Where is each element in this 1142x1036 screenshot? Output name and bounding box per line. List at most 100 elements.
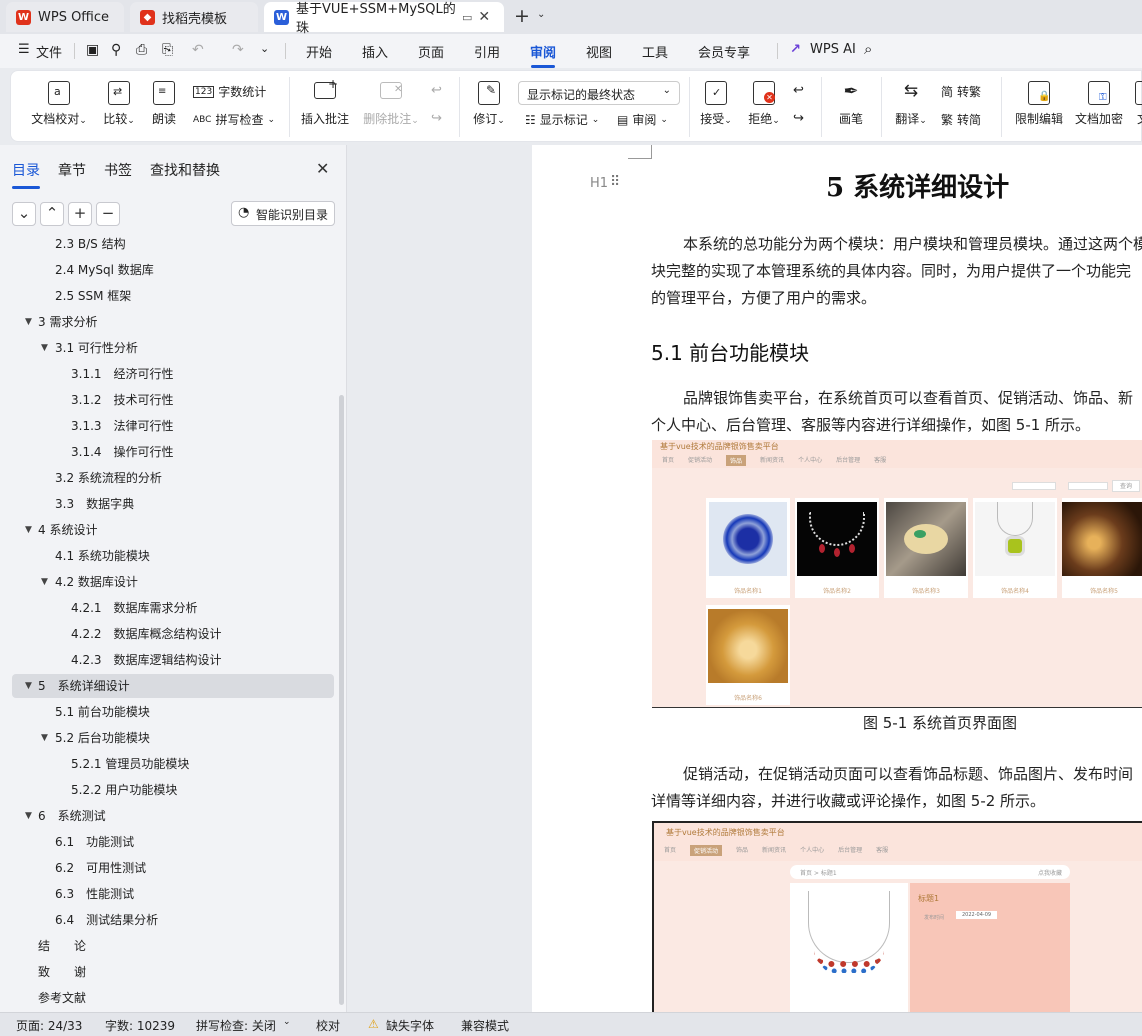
more-ribbon-button[interactable]: 文	[1133, 81, 1142, 127]
toc-item[interactable]: 6.1 功能测试	[0, 830, 338, 854]
word-count[interactable]: 字数: 10239	[105, 1017, 175, 1034]
toc-item[interactable]: ▼ 5.2 后台功能模块	[0, 726, 338, 750]
expand-caret-icon[interactable]: ▼	[25, 310, 32, 334]
close-pane-icon[interactable]: ✕	[316, 159, 329, 178]
new-tab-icon[interactable]: +	[514, 5, 530, 27]
toc-item[interactable]: ▼ 3 需求分析	[0, 310, 338, 334]
redo-icon[interactable]: ↷	[232, 42, 244, 58]
proofread-status[interactable]: 校对	[316, 1017, 340, 1034]
missing-font-status[interactable]: 缺失字体	[386, 1017, 434, 1034]
nav-tab-chapter[interactable]: 章节	[58, 160, 86, 180]
review-pane-button[interactable]: ▤ 审阅 ⌄	[617, 111, 668, 128]
expand-down-button[interactable]: ⌄	[12, 202, 36, 226]
to-simplified-button[interactable]: 繁 转简	[941, 111, 981, 128]
search-icon[interactable]: ⌕	[864, 40, 872, 58]
toc-item[interactable]: 2.3 B/S 结构	[0, 237, 338, 256]
toc-item[interactable]: 3.2 系统流程的分析	[0, 466, 338, 490]
menu-page[interactable]: 页面	[418, 42, 444, 61]
print-preview-icon[interactable]: ⎘	[162, 42, 173, 58]
reject-button[interactable]: ✕ 拒绝⌄	[745, 81, 783, 127]
toc-item[interactable]: ▼ 6 系统测试	[0, 804, 338, 828]
markup-state-select[interactable]: 显示标记的最终状态 ⌄	[518, 81, 680, 105]
toc-item[interactable]: 4.2.2 数据库概念结构设计	[0, 622, 338, 646]
insert-comment-button[interactable]: + 插入批注	[299, 77, 351, 127]
restrict-edit-button[interactable]: 🔒 限制编辑	[1011, 81, 1067, 127]
show-markup-button[interactable]: ☷ 显示标记 ⌄	[525, 111, 599, 128]
spell-check-status[interactable]: 拼写检查: 关闭	[196, 1017, 276, 1034]
toc-item[interactable]: 2.4 MySql 数据库	[0, 258, 338, 282]
expand-caret-icon[interactable]: ▼	[25, 518, 32, 542]
chevron-down-icon[interactable]: ⌄	[537, 9, 545, 20]
expand-caret-icon[interactable]: ▼	[25, 804, 32, 828]
nav-tab-bookmark[interactable]: 书签	[104, 160, 132, 180]
toc-item[interactable]: 6.4 测试结果分析	[0, 908, 338, 932]
toc-item[interactable]: 6.3 性能测试	[0, 882, 338, 906]
save-icon[interactable]: ▣	[86, 42, 99, 58]
toc-item[interactable]: ▼ 3.1 可行性分析	[0, 336, 338, 360]
close-tab-icon[interactable]: ✕	[478, 9, 490, 25]
menu-view[interactable]: 视图	[586, 42, 612, 61]
heading-marker[interactable]: H1	[590, 176, 608, 191]
print-icon[interactable]: ⎙	[136, 42, 147, 58]
menu-file[interactable]: 文件	[36, 42, 62, 61]
read-aloud-button[interactable]: ≡ 朗读	[149, 81, 179, 127]
remove-heading-button[interactable]: −	[96, 202, 120, 226]
nav-tab-toc[interactable]: 目录	[12, 160, 40, 189]
menu-wps-ai[interactable]: WPS AI	[810, 42, 856, 57]
next-comment-icon[interactable]: ↪	[431, 111, 442, 126]
delete-comment-button[interactable]: ✕ 删除批注⌄	[359, 81, 423, 127]
toc-item[interactable]: ▼ 4 系统设计	[0, 518, 338, 542]
accept-button[interactable]: ✓ 接受⌄	[697, 81, 735, 127]
toc-item[interactable]: 3.1.3 法律可行性	[0, 414, 338, 438]
more-dropdown-icon[interactable]: ⌄	[260, 42, 269, 55]
toc-item[interactable]: 结 论	[0, 934, 338, 958]
nav-tab-find-replace[interactable]: 查找和替换	[150, 160, 220, 180]
toc-scrollbar[interactable]	[339, 395, 344, 1005]
expand-caret-icon[interactable]: ▼	[41, 570, 48, 594]
toc-item[interactable]: 4.2.3 数据库逻辑结构设计	[0, 648, 338, 672]
collapse-up-button[interactable]: ⌃	[40, 202, 64, 226]
menu-vip[interactable]: 会员专享	[698, 42, 750, 61]
expand-caret-icon[interactable]: ▼	[41, 726, 48, 750]
tab-wps-office[interactable]: W WPS Office	[6, 2, 124, 32]
encrypt-button[interactable]: ⚿ 文档加密	[1071, 81, 1127, 127]
toc-item[interactable]: 4.1 系统功能模块	[0, 544, 338, 568]
toc-item[interactable]: 5.2.1 管理员功能模块	[0, 752, 338, 776]
word-count-button[interactable]: 123 字数统计	[193, 83, 266, 100]
expand-caret-icon[interactable]: ▼	[25, 674, 32, 698]
toc-item[interactable]: 6.2 可用性测试	[0, 856, 338, 880]
menu-start[interactable]: 开始	[306, 42, 332, 61]
spell-check-button[interactable]: ABC 拼写检查 ⌄	[193, 111, 275, 128]
toc-item[interactable]: 4.2.1 数据库需求分析	[0, 596, 338, 620]
smart-toc-button[interactable]: ◔ 智能识别目录	[231, 201, 335, 226]
add-heading-button[interactable]: +	[68, 202, 92, 226]
menu-tools[interactable]: 工具	[642, 42, 668, 61]
next-change-icon[interactable]: ↪	[793, 111, 804, 126]
menu-reference[interactable]: 引用	[474, 42, 500, 61]
toc-item[interactable]: 5.2.2 用户功能模块	[0, 778, 338, 802]
tab-docer[interactable]: ◆ 找稻壳模板	[130, 2, 258, 32]
toc-item[interactable]: 2.5 SSM 框架	[0, 284, 338, 308]
expand-caret-icon[interactable]: ▼	[41, 336, 48, 360]
share-icon[interactable]: ⚲	[111, 42, 121, 58]
toc-item[interactable]: 3.1.2 技术可行性	[0, 388, 338, 412]
pen-button[interactable]: ✒ 画笔	[833, 81, 869, 127]
page-indicator[interactable]: 页面: 24/33	[16, 1017, 82, 1034]
toc-item[interactable]: 5.1 前台功能模块	[0, 700, 338, 724]
toc-item[interactable]: 致 谢	[0, 960, 338, 984]
to-traditional-button[interactable]: 简 转繁	[941, 83, 981, 100]
toc-item[interactable]: 3.3 数据字典	[0, 492, 338, 516]
toc-item[interactable]: 3.1.1 经济可行性	[0, 362, 338, 386]
compare-button[interactable]: ⇄ 比较⌄	[97, 81, 141, 127]
toc-item[interactable]: ▼ 4.2 数据库设计	[0, 570, 338, 594]
drag-handle-icon[interactable]: ⠿	[610, 174, 620, 190]
tab-document[interactable]: W 基于VUE+SSM+MySQL的珠 ▭ ✕	[264, 2, 504, 36]
toc-item[interactable]: 3.1.4 操作可行性	[0, 440, 338, 464]
undo-icon[interactable]: ↶	[192, 42, 204, 58]
prev-comment-icon[interactable]: ↩	[431, 83, 442, 98]
translate-button[interactable]: ⇆ 翻译⌄	[891, 81, 931, 127]
hamburger-icon[interactable]: ☰	[18, 42, 30, 57]
doc-check-button[interactable]: a 文档校对⌄	[29, 81, 89, 127]
track-changes-button[interactable]: ✎ 修订⌄	[469, 81, 509, 127]
menu-insert[interactable]: 插入	[362, 42, 388, 61]
